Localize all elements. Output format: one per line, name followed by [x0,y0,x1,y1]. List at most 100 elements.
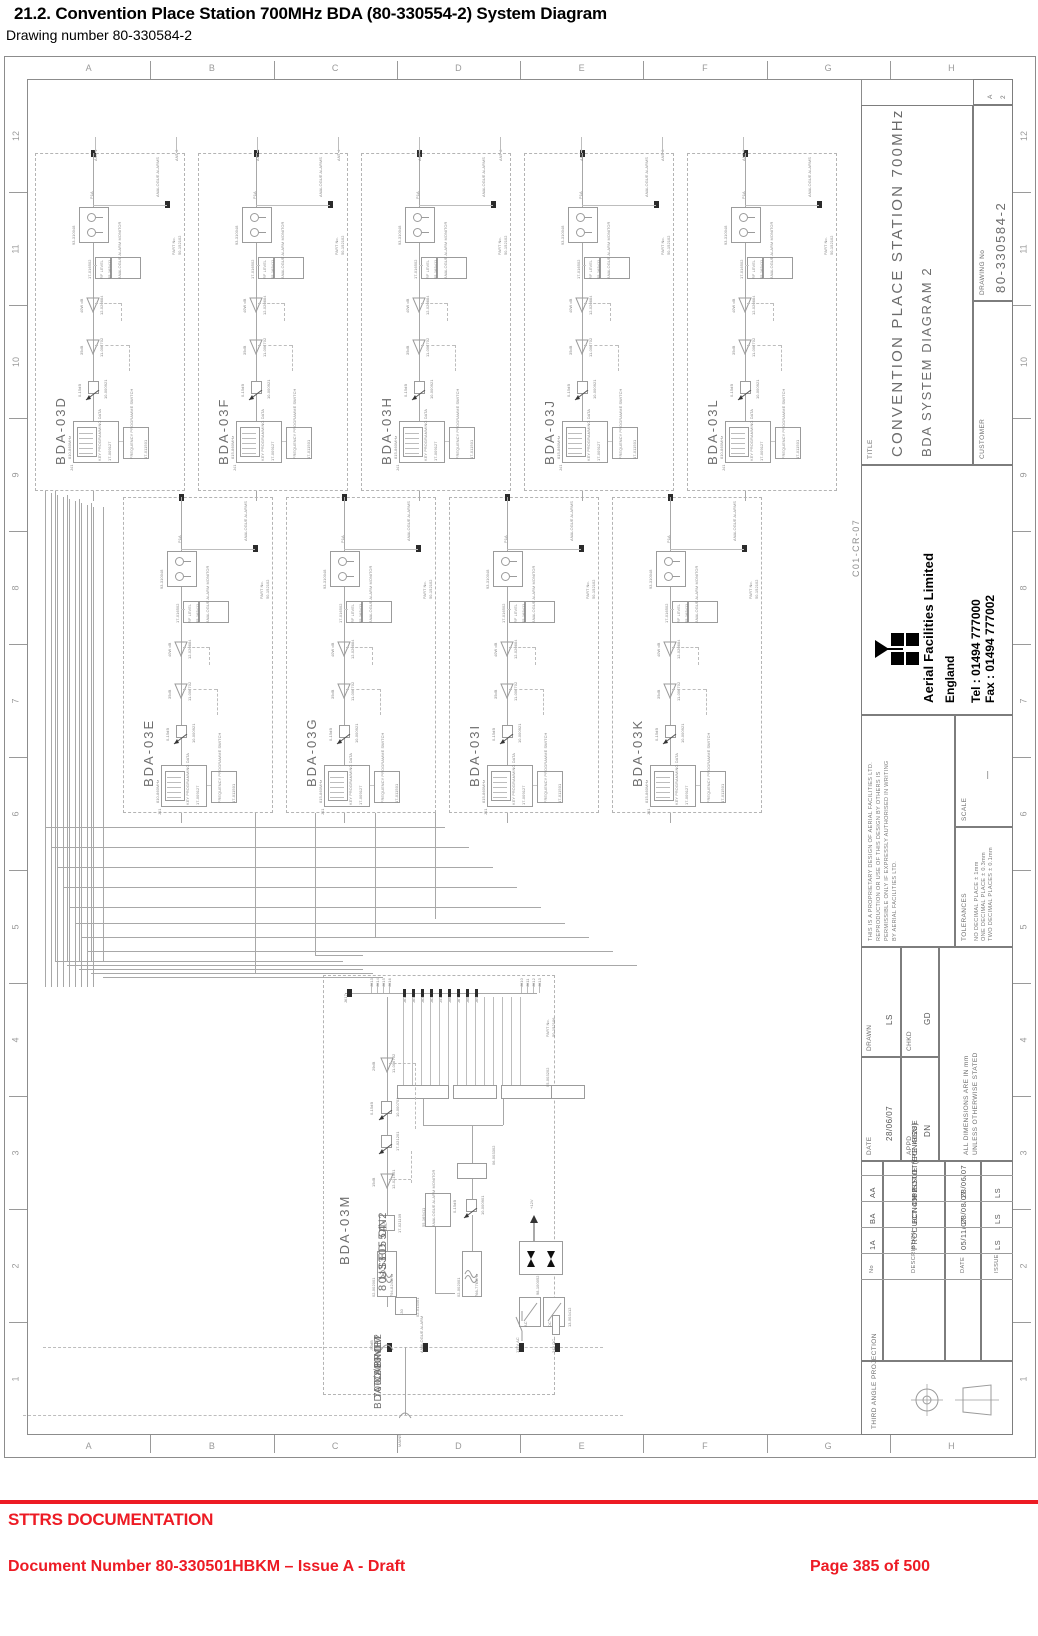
wire [63,497,64,987]
jack-label: J41 [320,808,325,815]
coax-stub [585,217,592,218]
filter-band-label: 810-860MHz [719,435,724,459]
part-no-value: 50-152102 [591,579,596,599]
wire [511,997,512,1085]
filter-band-label: 815-860MHz [393,435,398,459]
main-part-no-value: 50-152106 [551,1017,556,1037]
amp-40w-part-number: 12-020884 [99,295,104,315]
attenuator-arrow-icon [173,734,188,745]
sheet-index: 2 [1000,94,1007,99]
attenuator-range-label: 0-15dB [240,383,245,397]
wire [242,433,256,434]
amplifier-40w-icon [86,297,100,313]
wire [582,265,586,266]
dashed-wire [183,647,209,648]
wire [103,977,383,978]
wire [55,961,343,962]
revision-issue: LS [993,1213,1002,1224]
splitter-box [551,1085,585,1099]
amplifier-35db-icon [86,339,100,355]
part-no-value: 50-152102 [428,579,433,599]
wire [731,443,745,444]
wire [507,813,508,823]
wire [696,785,700,786]
part-no-label: PART No. [422,581,427,599]
revision-header-no: No [869,1265,875,1273]
amp-15db-label: 15dB [371,1177,376,1188]
attenuator-part-number: 10-000921 [191,723,196,743]
wire [119,441,123,442]
duplexer-assembly [79,207,109,243]
dimensions-note-line: ALL DIMENSIONS ARE IN mm [963,1055,970,1155]
wire [167,777,181,778]
bda-module-name: BDA-03K [630,718,645,787]
duplexer-assembly [493,551,523,587]
wire [656,792,670,793]
jack-label: J41 [483,808,488,815]
coax-stub [422,217,429,218]
page-title: 21.2. Convention Place Station 700MHz BD… [14,4,607,23]
amp-35db-label: 35dB [656,689,661,700]
dashed-wire [258,345,292,346]
dashed-wire [389,1179,411,1180]
dashed-wire [23,1415,623,1416]
amp-35db-part-number: 11-006702 [513,681,518,701]
coax-stub [96,217,103,218]
attenuator-arrow-icon [378,1144,393,1155]
attenuator-a-part-number: 10-000701 [395,1097,400,1117]
border-number-label: 9 [10,471,21,478]
rf-level-part-number: 17-016502 [338,603,343,623]
alarm-monitor-label: ANALOGUE ALARM MONITOR [443,221,448,279]
pin-label: P1A [503,535,508,543]
analogue-alarms-label: ANALOGUE ALARMS [243,501,248,541]
revision-row-divider [861,1227,1013,1228]
part-no-label: PART No. [660,237,665,255]
amplifier-40w-icon [337,641,351,657]
part-no-value: 50-152102 [177,235,182,255]
attenuator-arrow-icon [336,734,351,745]
filter-symbol-icon [464,1270,478,1283]
attenuator-arrow-icon [499,734,514,745]
page-heading: 21.2. Convention Place Station 700MHz BD… [0,0,1038,43]
switch-icon [515,1311,523,1341]
wire [67,495,68,961]
wire [472,1125,473,1163]
wire [181,609,185,610]
attenuator-part-number: 10-000921 [429,379,434,399]
alarm-monitor-label: ANALOGUE ALARM MONITOR [769,221,774,279]
attenuator-part-number: 10-000921 [354,723,359,743]
attenuator-a-label: 0-15dB [369,1101,374,1115]
combiner-box [457,1163,487,1179]
coax-stub [422,232,429,233]
wire [103,507,104,961]
filter-band-label: 815-860MHz [644,779,649,803]
amplifier-35db-icon [575,339,589,355]
amp-35db-part-number: 11-006702 [99,337,104,357]
wire [656,782,670,783]
amplifier-40w-icon [249,297,263,313]
main-part-no-label: PART No. [545,1019,550,1037]
amplifier-40w-icon [412,297,426,313]
duplexer-part-number: 93-310048 [159,569,164,589]
wire [256,205,330,206]
amp-40w-part-number: 12-020884 [187,639,192,659]
supply-arrow-icon [530,1215,538,1241]
fps-label: FREQUENCY PROGRAMME SWITCH [129,388,134,459]
amp-40w-part-number: 12-020884 [676,639,681,659]
wire [466,997,467,1085]
fps-part-number: 17-011501 [231,783,236,803]
bda-module-name: BDA-03G [304,717,319,787]
amp-35db-label: 35dB [242,345,247,356]
border-number-label: 12 [10,130,21,141]
dashed-wire [421,345,455,346]
attenuator-range-label: 0-15dB [403,383,408,397]
dashed-wire [773,303,774,321]
wire [91,503,92,961]
company-info: Aerial Facilities Limited England Tel : … [861,465,1013,715]
duplexer-part-number: 93-310048 [322,569,327,589]
wire [403,997,404,1085]
border-number-left-2: 2 [5,1209,27,1322]
coax-stub [748,217,755,218]
revision-no: 1A [868,1239,877,1250]
border-number-left-3: 3 [5,1096,27,1209]
